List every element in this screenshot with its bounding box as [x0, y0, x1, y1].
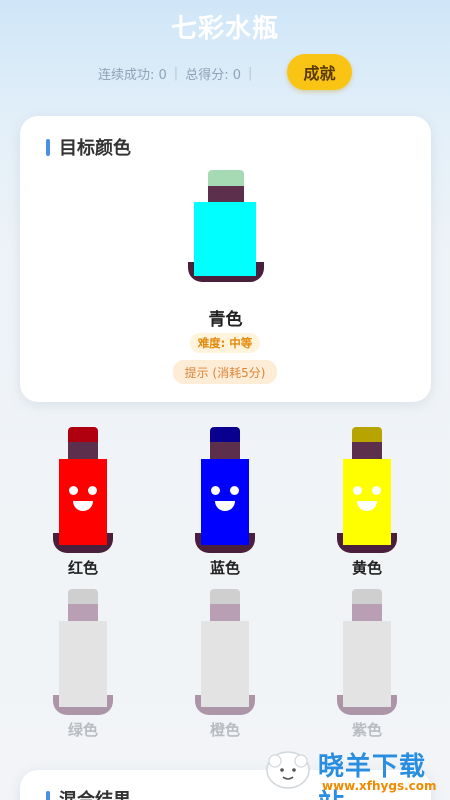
target-bottle — [188, 170, 264, 282]
target-section-title: 目标颜色 — [59, 138, 131, 159]
stats-divider: | — [247, 66, 253, 81]
streak-count: 连续成功: 0 — [98, 68, 167, 83]
stats-divider: | — [173, 66, 179, 81]
face-mouth — [73, 501, 93, 511]
bottle-label: 黄色 — [351, 559, 382, 577]
difficulty-badge: 难度: 中等 — [190, 333, 260, 353]
bottle-liquid — [59, 621, 107, 707]
bottle-liquid — [201, 459, 249, 545]
bottle-red[interactable] — [53, 427, 113, 553]
target-color-name: 青色 — [208, 310, 243, 330]
bottle-cap — [352, 427, 382, 442]
face-mouth — [215, 501, 235, 511]
bottle-liquid — [343, 621, 391, 707]
face-eye — [230, 486, 239, 495]
face-mouth — [357, 501, 377, 511]
bottle-cap — [352, 589, 382, 604]
sheep-logo-icon — [266, 751, 310, 789]
face-eye — [211, 486, 220, 495]
bottle-label: 橙色 — [209, 721, 240, 739]
bottle-cap — [210, 589, 240, 604]
bottle-neck — [352, 604, 382, 621]
bottle-label: 蓝色 — [209, 559, 240, 577]
bottle-neck — [68, 442, 98, 459]
bottle-green-empty[interactable] — [53, 589, 113, 715]
bottle-neck — [68, 604, 98, 621]
bottle-cap — [210, 427, 240, 442]
bottle-orange-empty[interactable] — [195, 589, 255, 715]
bottle-liquid — [343, 459, 391, 545]
face-eye — [88, 486, 97, 495]
watermark-url: www.xfhygs.com — [322, 779, 437, 793]
bottle-cap — [208, 170, 244, 186]
bottle-yellow[interactable] — [337, 427, 397, 553]
bottle-neck — [210, 442, 240, 459]
bottle-liquid — [201, 621, 249, 707]
bottle-label: 绿色 — [67, 721, 98, 739]
bottle-liquid — [59, 459, 107, 545]
stats-bar: 连续成功: 0 | 总得分: 0 | — [98, 64, 259, 83]
bottle-cap — [68, 427, 98, 442]
bottle-blue[interactable] — [195, 427, 255, 553]
face-eye — [69, 486, 78, 495]
face-eye — [372, 486, 381, 495]
target-liquid — [194, 202, 256, 276]
target-section-header: 目标颜色 — [46, 134, 131, 160]
bottle-neck — [210, 604, 240, 621]
total-score: 总得分: 0 — [185, 68, 241, 83]
bottle-label: 红色 — [67, 559, 98, 577]
face-eye — [353, 486, 362, 495]
app-title: 七彩水瓶 — [170, 14, 279, 44]
hint-button[interactable]: 提示 (消耗5分) — [173, 360, 277, 384]
section-accent-bar — [46, 138, 50, 156]
bottle-label: 紫色 — [351, 721, 382, 739]
result-section-title: 混合结果 — [59, 786, 131, 800]
watermark: 晓羊下载站 www.xfhygs.com — [258, 742, 450, 800]
bottle-purple-empty[interactable] — [337, 589, 397, 715]
achievements-button[interactable]: 成就 — [287, 54, 352, 90]
section-accent-bar — [46, 790, 50, 800]
bottle-cap — [68, 589, 98, 604]
bottle-neck — [208, 186, 244, 202]
bottle-neck — [352, 442, 382, 459]
result-section-header: 混合结果 — [46, 786, 131, 800]
